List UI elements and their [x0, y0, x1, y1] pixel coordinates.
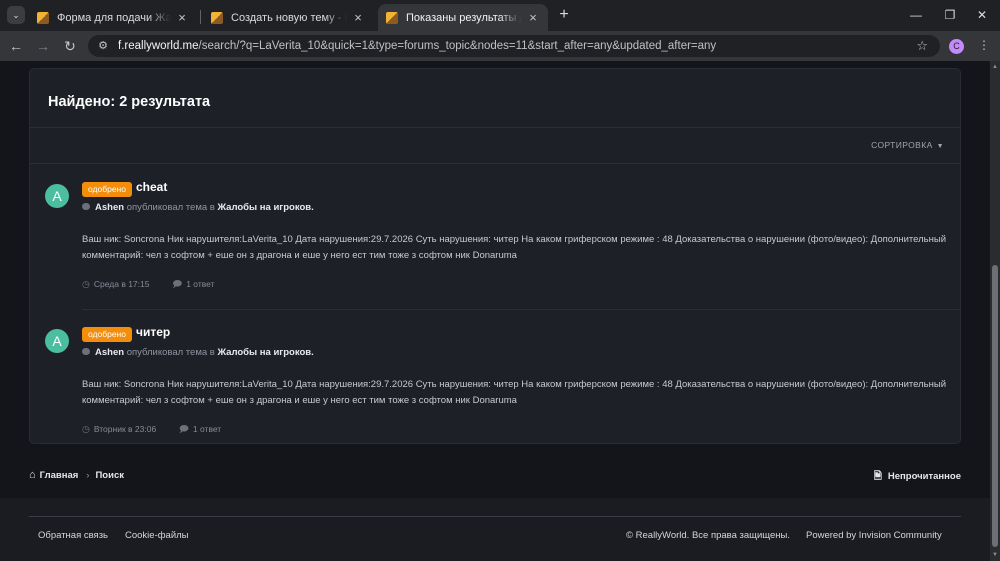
- close-tab-icon[interactable]: ×: [175, 10, 189, 25]
- search-results-card: Найдено: 2 результата СОРТИРОВКА ▼ A одоб…: [29, 68, 961, 444]
- published-text: опубликовал тема в: [126, 202, 215, 213]
- browser-tab-complaint-form[interactable]: Форма для подачи Жалобы на ×: [29, 4, 197, 31]
- tab-search-chevron-icon[interactable]: ⌄: [7, 6, 25, 24]
- forum-link[interactable]: Жалобы на игроков.: [217, 347, 313, 358]
- user-avatar[interactable]: A: [45, 329, 69, 353]
- address-bar[interactable]: ⚙ f.reallyworld.me/search/?q=LaVerita_10…: [88, 35, 940, 57]
- powered-by-link[interactable]: Powered by Invision Community: [806, 530, 942, 541]
- scroll-down-arrow-icon[interactable]: ▼: [992, 552, 998, 558]
- result-snippet: Ваш ник: Soncrona Ник нарушителя:LaVerit…: [82, 234, 946, 261]
- site-favicon-icon: [386, 11, 398, 24]
- close-tab-icon[interactable]: ×: [526, 10, 540, 25]
- forum-link[interactable]: Жалобы на игроков.: [217, 202, 313, 213]
- forward-arrow-icon[interactable]: →: [33, 36, 53, 56]
- reload-icon[interactable]: ↻: [60, 36, 80, 56]
- feedback-link[interactable]: Обратная связь: [38, 530, 108, 541]
- window-close-icon[interactable]: ✕: [972, 6, 992, 24]
- result-footer: ◷ Вторник в 23:06 🗩 1 ответ: [82, 422, 221, 438]
- result-snippet: Ваш ник: Soncrona Ник нарушителя:LaVerit…: [82, 379, 946, 406]
- clock-icon: ◷: [82, 279, 90, 289]
- clock-icon: ◷: [82, 424, 90, 434]
- sort-label: СОРТИРОВКА: [871, 140, 933, 150]
- breadcrumb: ⌂ Главная › Поиск: [29, 469, 124, 481]
- site-favicon-icon: [211, 11, 223, 24]
- copyright-text: © ReallyWorld. Все права защищены.: [626, 530, 791, 541]
- document-icon: 🗎: [873, 471, 882, 482]
- url-path: /search/?q=LaVerita_10&quick=1&type=foru…: [198, 40, 717, 52]
- window-minimize-icon[interactable]: —: [906, 6, 926, 24]
- search-result-item: A одобрено читер Ashen опубликовал тема …: [30, 309, 960, 453]
- replies-count: 1 ответ: [192, 424, 222, 434]
- scroll-up-arrow-icon[interactable]: ▲: [992, 64, 998, 70]
- new-tab-plus-icon[interactable]: +: [555, 6, 573, 24]
- author-link[interactable]: Ashen: [95, 202, 124, 213]
- result-footer: ◷ Среда в 17:15 🗩 1 ответ: [82, 277, 215, 293]
- browser-tab-create-topic[interactable]: Создать новую тему - ReallyWo ×: [203, 4, 373, 31]
- status-badge-approved: одобрено: [82, 327, 132, 342]
- replies-chat-icon: 🗩: [172, 279, 183, 289]
- result-date[interactable]: Среда в 17:15: [94, 279, 150, 289]
- divider: [30, 127, 960, 128]
- breadcrumb-search[interactable]: Поиск: [95, 470, 124, 481]
- chevron-right-icon: ›: [86, 470, 90, 481]
- divider: [29, 516, 961, 517]
- page-viewport: Найдено: 2 результата СОРТИРОВКА ▼ A одоб…: [0, 61, 990, 561]
- scrollbar-thumb[interactable]: [992, 265, 998, 547]
- sort-dropdown[interactable]: СОРТИРОВКА ▼: [871, 140, 944, 150]
- author-link[interactable]: Ashen: [95, 347, 124, 358]
- back-arrow-icon[interactable]: ←: [6, 36, 26, 56]
- result-meta: Ashen опубликовал тема в Жалобы на игрок…: [82, 202, 314, 213]
- window-restore-icon[interactable]: ❐: [940, 6, 960, 24]
- browser-tab-search-results[interactable]: Показаны результаты для 'LaVe ×: [378, 4, 548, 31]
- replies-count: 1 ответ: [186, 279, 215, 289]
- profile-avatar[interactable]: C: [949, 39, 964, 54]
- bookmark-star-icon[interactable]: ☆: [916, 38, 928, 54]
- browser-menu-kebab-icon[interactable]: ⋮: [978, 38, 990, 52]
- site-favicon-icon: [37, 11, 49, 24]
- comment-bubble-icon: [82, 348, 90, 355]
- search-result-item: A одобрено cheat Ashen опубликовал тема …: [30, 164, 960, 308]
- replies-chat-icon: 🗩: [178, 424, 189, 434]
- status-badge-approved: одобрено: [82, 182, 132, 197]
- caret-down-icon: ▼: [936, 143, 944, 150]
- home-icon: ⌂: [29, 469, 36, 481]
- results-heading: Найдено: 2 результата: [48, 94, 211, 110]
- published-text: опубликовал тема в: [126, 347, 215, 358]
- unread-content-link[interactable]: 🗎 Непрочитанное: [874, 469, 961, 486]
- result-title-link[interactable]: cheat: [136, 180, 167, 194]
- close-tab-icon[interactable]: ×: [351, 10, 365, 25]
- site-footer: Обратная связь Cookie-файлы © ReallyWorl…: [0, 498, 990, 561]
- browser-toolbar: ← → ↻ ⚙ f.reallyworld.me/search/?q=LaVer…: [0, 31, 1000, 61]
- result-title-link[interactable]: читер: [136, 325, 170, 339]
- result-date[interactable]: Вторник в 23:06: [94, 424, 156, 434]
- tab-separator: [200, 10, 201, 24]
- unread-label: Непрочитанное: [887, 471, 961, 482]
- url-host: f.reallyworld.me: [118, 40, 199, 52]
- site-info-tune-icon[interactable]: ⚙: [96, 39, 110, 53]
- breadcrumb-home[interactable]: Главная: [40, 470, 79, 481]
- browser-tab-bar: ⌄ Форма для подачи Жалобы на × Создать н…: [0, 0, 1000, 31]
- result-meta: Ashen опубликовал тема в Жалобы на игрок…: [82, 347, 314, 358]
- user-avatar[interactable]: A: [45, 184, 69, 208]
- comment-bubble-icon: [82, 203, 90, 210]
- cookies-link[interactable]: Cookie-файлы: [125, 530, 189, 541]
